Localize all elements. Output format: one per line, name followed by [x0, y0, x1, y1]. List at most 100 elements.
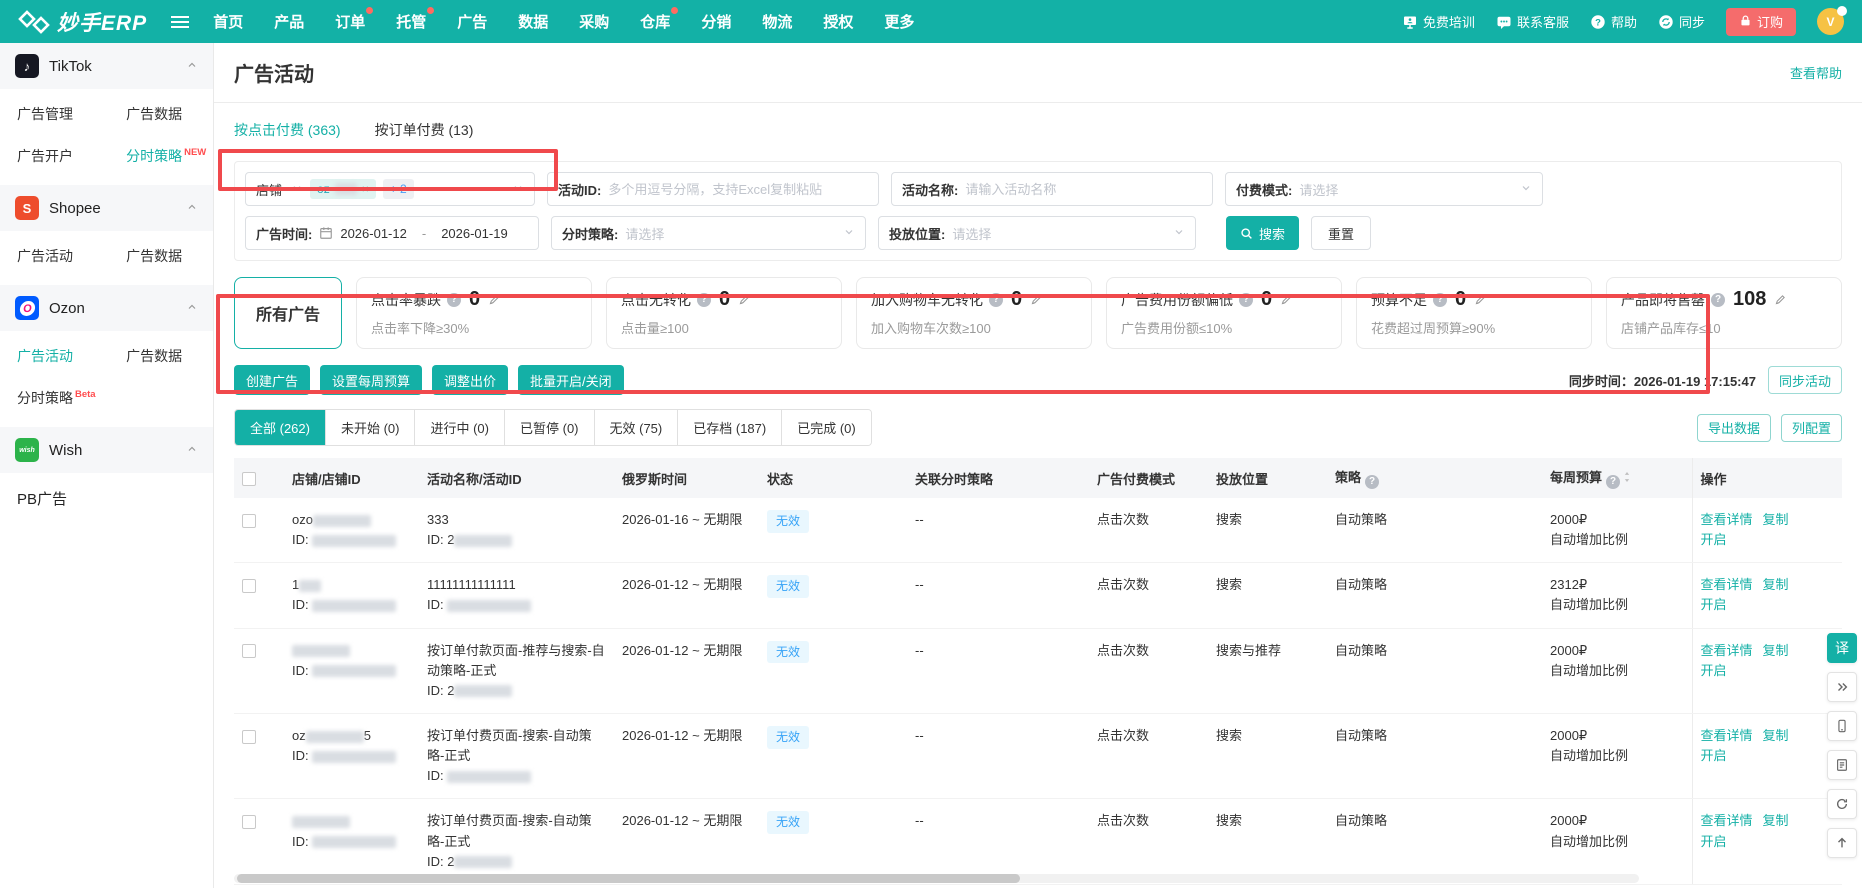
sidebar-section-pb[interactable]: PB广告 [0, 473, 213, 524]
enable-link[interactable]: 开启 [1701, 663, 1727, 678]
nav-tool-sync[interactable]: 同步 [1658, 12, 1705, 31]
campaign-name-input[interactable] [965, 182, 1202, 197]
action-button-4[interactable]: 批量开启/关闭 [518, 365, 624, 395]
back-to-top-button[interactable] [1827, 828, 1857, 858]
start-date[interactable]: 2026-01-12 [340, 226, 407, 241]
nav-tool-training[interactable]: 免费培训 [1402, 12, 1475, 31]
translate-button[interactable]: 译 [1827, 633, 1857, 663]
copy-link[interactable]: 复制 [1763, 728, 1789, 743]
nav-item-5[interactable]: 广告 [457, 11, 487, 32]
shop-select[interactable]: 店铺 oz × + 2 [245, 172, 535, 206]
nav-item-2[interactable]: 产品 [274, 11, 304, 32]
remove-tag-icon[interactable]: × [362, 182, 369, 196]
view-details-link[interactable]: 查看详情 [1701, 577, 1753, 592]
nav-item-1[interactable]: 首页 [213, 11, 243, 32]
menu-icon[interactable] [171, 21, 189, 23]
status-tab-1[interactable]: 全部 (262) [235, 410, 326, 445]
campaign-id-input[interactable] [608, 182, 868, 197]
stat-card-6[interactable]: 产品即将售罄?108店铺产品库存≤10 [1606, 277, 1842, 349]
enable-link[interactable]: 开启 [1701, 834, 1727, 849]
sidebar-item-分时策略[interactable]: 分时策略NEW [109, 135, 213, 177]
edit-icon[interactable] [1774, 293, 1787, 306]
nav-item-3[interactable]: 订单 [335, 11, 365, 32]
sidebar-item-广告数据[interactable]: 广告数据 [109, 335, 213, 377]
sync-campaigns-button[interactable]: 同步活动 [1768, 366, 1842, 394]
row-checkbox[interactable] [242, 730, 256, 744]
avatar[interactable]: V [1817, 8, 1844, 35]
sidebar-section-wish[interactable]: wishWish [0, 427, 213, 473]
sidebar-item-分时策略[interactable]: 分时策略Beta [0, 377, 109, 419]
chevron-up-icon[interactable] [186, 58, 198, 75]
pay-mode-select[interactable]: 付费模式: 请选择 [1225, 172, 1543, 206]
row-checkbox[interactable] [242, 514, 256, 528]
sidebar-section-shopee[interactable]: SShopee [0, 185, 213, 231]
enable-link[interactable]: 开启 [1701, 748, 1727, 763]
edit-icon[interactable] [1030, 293, 1043, 306]
view-details-link[interactable]: 查看详情 [1701, 813, 1753, 828]
view-details-link[interactable]: 查看详情 [1701, 728, 1753, 743]
chevron-up-icon[interactable] [186, 200, 198, 217]
nav-item-4[interactable]: 托管 [396, 11, 426, 32]
action-button-1[interactable]: 创建广告 [234, 365, 310, 395]
copy-link[interactable]: 复制 [1763, 577, 1789, 592]
campaign-name-field[interactable]: 活动名称: [891, 172, 1213, 206]
end-date[interactable]: 2026-01-19 [441, 226, 508, 241]
status-tab-2[interactable]: 未开始 (0) [326, 410, 416, 445]
row-checkbox[interactable] [242, 579, 256, 593]
tab-pay-mode-1[interactable]: 按点击付费 (363) [234, 120, 341, 153]
nav-item-7[interactable]: 采购 [579, 11, 609, 32]
campaign-id-field[interactable]: 活动ID: [547, 172, 879, 206]
copy-link[interactable]: 复制 [1763, 813, 1789, 828]
collapse-button[interactable] [1827, 672, 1857, 702]
action-button-3[interactable]: 调整出价 [432, 365, 508, 395]
tab-pay-mode-2[interactable]: 按订单付费 (13) [375, 120, 474, 153]
sidebar-item-广告开户[interactable]: 广告开户 [0, 135, 109, 177]
refresh-button[interactable] [1827, 789, 1857, 819]
sidebar-item-广告数据[interactable]: 广告数据 [109, 93, 213, 135]
shop-tag[interactable]: oz × [310, 179, 376, 199]
column-config-button[interactable]: 列配置 [1781, 414, 1842, 442]
enable-link[interactable]: 开启 [1701, 532, 1727, 547]
copy-link[interactable]: 复制 [1763, 512, 1789, 527]
stat-card-5[interactable]: 预算不足?0花费超过周预算≥90% [1356, 277, 1592, 349]
export-data-button[interactable]: 导出数据 [1697, 414, 1771, 442]
view-help-link[interactable]: 查看帮助 [1790, 63, 1842, 82]
nav-item-9[interactable]: 分销 [701, 11, 731, 32]
view-details-link[interactable]: 查看详情 [1701, 512, 1753, 527]
nav-item-6[interactable]: 数据 [518, 11, 548, 32]
action-button-2[interactable]: 设置每周预算 [320, 365, 422, 395]
feedback-button[interactable] [1827, 750, 1857, 780]
nav-item-11[interactable]: 授权 [823, 11, 853, 32]
sidebar-item-广告活动[interactable]: 广告活动 [0, 235, 109, 277]
edit-icon[interactable] [1474, 293, 1487, 306]
nav-item-10[interactable]: 物流 [762, 11, 792, 32]
row-checkbox[interactable] [242, 644, 256, 658]
copy-link[interactable]: 复制 [1763, 643, 1789, 658]
status-tab-6[interactable]: 已存档 (187) [678, 410, 782, 445]
stat-card-2[interactable]: 点击无转化?0点击量≥100 [606, 277, 842, 349]
nav-tool-chat[interactable]: 联系客服 [1496, 12, 1569, 31]
placement-select[interactable]: 投放位置: 请选择 [878, 216, 1196, 250]
scrollbar-thumb[interactable] [237, 874, 1020, 883]
stat-card-1[interactable]: 点击率暴跌?0点击率下降≥30% [356, 277, 592, 349]
status-tab-4[interactable]: 已暂停 (0) [505, 410, 595, 445]
more-tags-chip[interactable]: + 2 [383, 179, 414, 199]
nav-item-12[interactable]: 更多 [884, 11, 914, 32]
stat-card-4[interactable]: 广告费用份额偏低?0广告费用份额≤10% [1106, 277, 1342, 349]
chevron-up-icon[interactable] [186, 300, 198, 317]
sidebar-item-广告活动[interactable]: 广告活动 [0, 335, 109, 377]
chevron-up-icon[interactable] [186, 442, 198, 459]
status-tab-7[interactable]: 已完成 (0) [782, 410, 871, 445]
edit-icon[interactable] [488, 293, 501, 306]
stat-card-3[interactable]: 加入购物车无转化?0加入购物车次数≥100 [856, 277, 1092, 349]
app-logo[interactable]: 妙手ERP [18, 7, 147, 37]
ad-time-range[interactable]: 广告时间: 2026-01-12 - 2026-01-19 [245, 216, 539, 250]
sidebar-section-tiktok[interactable]: ♪TikTok [0, 43, 213, 89]
sidebar-item-广告数据[interactable]: 广告数据 [109, 235, 213, 277]
sidebar-section-ozon[interactable]: OOzon [0, 285, 213, 331]
select-all-checkbox[interactable] [242, 472, 256, 486]
search-button[interactable]: 搜索 [1226, 216, 1299, 250]
status-tab-5[interactable]: 无效 (75) [595, 410, 679, 445]
sidebar-item-广告管理[interactable]: 广告管理 [0, 93, 109, 135]
nav-item-8[interactable]: 仓库 [640, 11, 670, 32]
